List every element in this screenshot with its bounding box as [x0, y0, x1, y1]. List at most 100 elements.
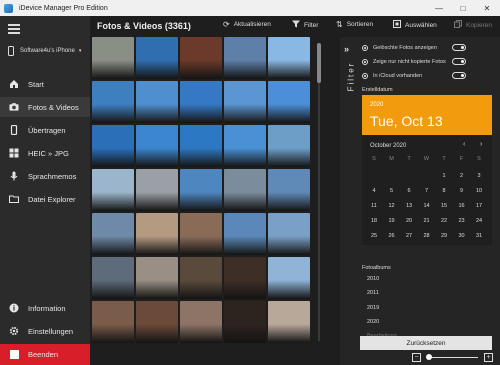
close-button[interactable]: ✕	[475, 0, 499, 16]
photo-thumbnail[interactable]	[224, 301, 266, 343]
photo-thumbnail[interactable]	[224, 257, 266, 299]
photo-thumbnail[interactable]	[180, 37, 222, 79]
switch-not-copied[interactable]	[452, 58, 466, 65]
calendar-year[interactable]: 2020	[370, 102, 383, 108]
prev-month-button[interactable]: ‹	[463, 141, 465, 148]
calendar-day[interactable]: 18	[366, 218, 382, 224]
photo-thumbnail[interactable]	[92, 37, 134, 79]
calendar-day[interactable]: 5	[384, 188, 400, 194]
calendar-day[interactable]: 23	[454, 218, 470, 224]
album-item[interactable]: 2011	[367, 290, 379, 296]
photo-thumbnail[interactable]	[268, 301, 310, 343]
calendar-day[interactable]: 30	[454, 233, 470, 239]
sidebar-item-fotos-videos[interactable]: Fotos & Videos	[0, 97, 90, 117]
zoom-out-button[interactable]: −	[412, 353, 421, 362]
switch-icloud[interactable]	[452, 72, 466, 79]
photo-thumbnail[interactable]	[136, 257, 178, 299]
select-button[interactable]: Auswählen	[393, 20, 437, 30]
photo-thumbnail[interactable]	[268, 81, 310, 123]
photo-scrollbar[interactable]	[315, 37, 323, 347]
photo-thumbnail[interactable]	[224, 213, 266, 255]
photo-thumbnail[interactable]	[180, 301, 222, 343]
photo-thumbnail[interactable]	[224, 125, 266, 167]
calendar-day[interactable]: 19	[384, 218, 400, 224]
calendar-day[interactable]: 8	[436, 188, 452, 194]
photo-thumbnail[interactable]	[92, 257, 134, 299]
calendar-day[interactable]: 14	[419, 203, 435, 209]
sidebar-item-information[interactable]: Information	[0, 298, 90, 318]
photo-thumbnail[interactable]	[268, 125, 310, 167]
photo-thumbnail[interactable]	[92, 125, 134, 167]
photo-thumbnail[interactable]	[136, 125, 178, 167]
switch-deleted-photos[interactable]	[452, 44, 466, 51]
album-item[interactable]: 2019	[367, 305, 379, 311]
photo-thumbnail[interactable]	[136, 169, 178, 211]
photo-thumbnail[interactable]	[224, 169, 266, 211]
photo-thumbnail[interactable]	[224, 37, 266, 79]
filter-button[interactable]: Filter	[292, 20, 318, 30]
calendar-day[interactable]: 3	[471, 173, 487, 179]
photo-thumbnail[interactable]	[92, 213, 134, 255]
sidebar-item-uebertragen[interactable]: Übertragen	[0, 120, 90, 140]
zoom-in-button[interactable]: +	[484, 353, 493, 362]
photo-thumbnail[interactable]	[224, 81, 266, 123]
zoom-slider-track[interactable]	[428, 357, 478, 358]
calendar-day[interactable]: 16	[454, 203, 470, 209]
sidebar-item-einstellungen[interactable]: Einstellungen	[0, 321, 90, 341]
minimize-button[interactable]: —	[427, 0, 451, 16]
next-month-button[interactable]: ›	[480, 141, 482, 148]
photo-thumbnail[interactable]	[180, 81, 222, 123]
reset-button[interactable]: Zurücksetzen	[360, 336, 492, 350]
calendar-day[interactable]: 7	[419, 188, 435, 194]
calendar-day[interactable]: 31	[471, 233, 487, 239]
double-chevron-right-icon[interactable]: »	[344, 44, 358, 54]
calendar-day[interactable]: 15	[436, 203, 452, 209]
calendar-day[interactable]: 1	[436, 173, 452, 179]
photo-thumbnail[interactable]	[180, 213, 222, 255]
photo-thumbnail[interactable]	[180, 125, 222, 167]
sidebar-item-beenden[interactable]: Beenden	[0, 344, 90, 365]
photo-thumbnail[interactable]	[268, 213, 310, 255]
filter-collapse-strip[interactable]: » Filter	[344, 44, 358, 344]
calendar-day[interactable]: 2	[454, 173, 470, 179]
calendar-day[interactable]: 12	[384, 203, 400, 209]
calendar-day[interactable]: 26	[384, 233, 400, 239]
photo-thumbnail[interactable]	[268, 257, 310, 299]
sidebar-item-sprachmemos[interactable]: Sprachmemos	[0, 166, 90, 186]
photo-thumbnail[interactable]	[92, 81, 134, 123]
device-selector[interactable]: Software4u's iPhone ▾	[6, 44, 88, 58]
photo-thumbnail[interactable]	[136, 81, 178, 123]
calendar-day[interactable]: 9	[454, 188, 470, 194]
calendar-day[interactable]: 6	[401, 188, 417, 194]
photo-thumbnail[interactable]	[92, 301, 134, 343]
copy-button[interactable]: Kopieren	[454, 20, 492, 30]
photo-thumbnail[interactable]	[180, 257, 222, 299]
album-item[interactable]: 2020	[367, 319, 379, 325]
calendar-day[interactable]: 4	[366, 188, 382, 194]
sidebar-item-heic-jpg[interactable]: HEIC » JPG	[0, 143, 90, 163]
photo-thumbnail[interactable]	[136, 213, 178, 255]
refresh-button[interactable]: ⟳ Aktualisieren	[223, 20, 271, 29]
hamburger-menu-icon[interactable]	[8, 24, 20, 36]
zoom-slider-knob[interactable]	[426, 354, 432, 360]
photo-thumbnail[interactable]	[136, 301, 178, 343]
calendar-day[interactable]: 17	[471, 203, 487, 209]
photo-thumbnail[interactable]	[92, 169, 134, 211]
calendar-day[interactable]: 20	[401, 218, 417, 224]
maximize-button[interactable]: □	[451, 0, 475, 16]
calendar-day[interactable]: 27	[401, 233, 417, 239]
calendar-day[interactable]: 21	[419, 218, 435, 224]
calendar-day[interactable]: 24	[471, 218, 487, 224]
calendar-day[interactable]: 28	[419, 233, 435, 239]
calendar-day[interactable]: 25	[366, 233, 382, 239]
sidebar-item-datei-explorer[interactable]: Datei Explorer	[0, 189, 90, 209]
album-item[interactable]: 2010	[367, 276, 379, 282]
photo-thumbnail[interactable]	[268, 37, 310, 79]
photo-thumbnail[interactable]	[136, 37, 178, 79]
photo-thumbnail[interactable]	[180, 169, 222, 211]
sort-button[interactable]: ⇅ Sortieren	[336, 20, 373, 29]
calendar-day[interactable]: 10	[471, 188, 487, 194]
sidebar-item-start[interactable]: Start	[0, 74, 90, 94]
scrollbar-thumb[interactable]	[317, 43, 321, 83]
calendar-day[interactable]: 29	[436, 233, 452, 239]
